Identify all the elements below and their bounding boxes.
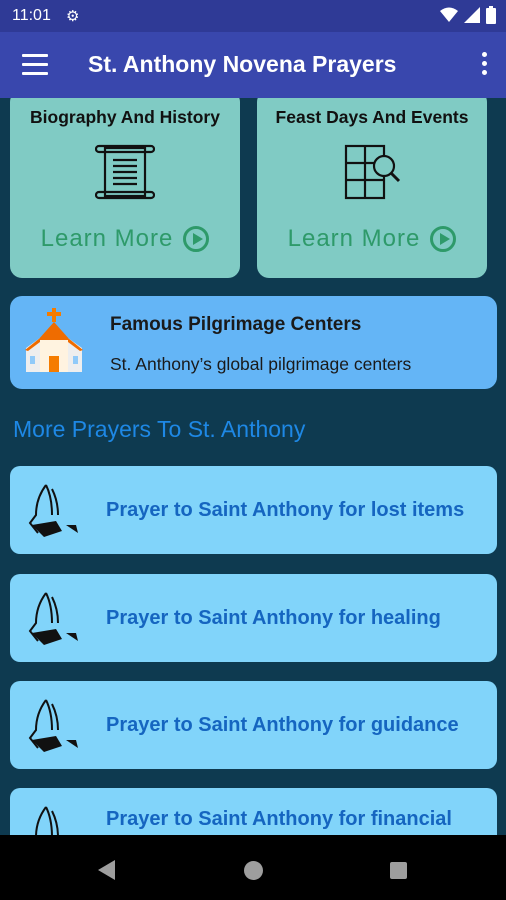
praying-hands-icon (35, 806, 59, 835)
system-nav-bar (0, 835, 506, 900)
praying-hands-icon (28, 484, 78, 537)
status-icons (440, 6, 496, 24)
learn-more-label: Learn More (287, 225, 421, 252)
pilgrimage-title: Famous Pilgrimage Centers (110, 314, 362, 335)
wifi-icon (440, 7, 458, 22)
signal-icon (464, 7, 480, 23)
recents-icon[interactable] (390, 862, 407, 879)
home-icon[interactable] (244, 861, 263, 880)
tile-title: Feast Days And Events (275, 107, 469, 127)
pilgrimage-card[interactable]: Famous Pilgrimage Centers St. Anthony’s … (10, 296, 497, 389)
prayer-item-financial[interactable]: Prayer to Saint Anthony for financial (10, 788, 497, 835)
learn-more-label: Learn More (40, 225, 174, 252)
biography-tile[interactable]: Biography And History Learn More (10, 98, 240, 278)
calendar-search-icon (344, 144, 401, 200)
battery-icon (486, 6, 496, 24)
hamburger-menu-icon[interactable] (22, 54, 48, 76)
learn-more-button[interactable]: Learn More (10, 225, 240, 253)
learn-more-button[interactable]: Learn More (257, 225, 487, 253)
status-bar: 11:01 ⚙ (0, 0, 506, 32)
app-bar: St. Anthony Novena Prayers (0, 32, 506, 98)
prayer-item-healing[interactable]: Prayer to Saint Anthony for healing (10, 574, 497, 662)
page-title: St. Anthony Novena Prayers (88, 51, 397, 77)
prayer-label: Prayer to Saint Anthony for healing (106, 607, 441, 629)
feast-days-tile[interactable]: Feast Days And Events Learn More (257, 98, 487, 278)
play-circle-icon (430, 226, 457, 252)
pilgrimage-subtitle: St. Anthony’s global pilgrimage centers (110, 354, 412, 374)
main-content[interactable]: Biography And History Learn More Feast D… (0, 98, 506, 835)
more-vert-icon[interactable] (480, 52, 488, 79)
play-circle-icon (183, 226, 210, 252)
prayer-item-lost-items[interactable]: Prayer to Saint Anthony for lost items (10, 466, 497, 554)
back-icon[interactable] (98, 860, 115, 880)
church-icon (25, 308, 83, 372)
settings-icon: ⚙ (66, 8, 80, 25)
prayer-label: Prayer to Saint Anthony for lost items (106, 499, 465, 521)
status-time: 11:01 (12, 7, 51, 24)
praying-hands-icon (28, 699, 78, 752)
praying-hands-icon (28, 592, 78, 645)
tile-title: Biography And History (30, 107, 220, 127)
section-title: More Prayers To St. Anthony (13, 416, 306, 442)
scroll-icon (95, 144, 155, 200)
prayer-label: Prayer to Saint Anthony for guidance (106, 714, 459, 736)
prayer-item-guidance[interactable]: Prayer to Saint Anthony for guidance (10, 681, 497, 769)
prayer-label: Prayer to Saint Anthony for financial (106, 808, 452, 830)
